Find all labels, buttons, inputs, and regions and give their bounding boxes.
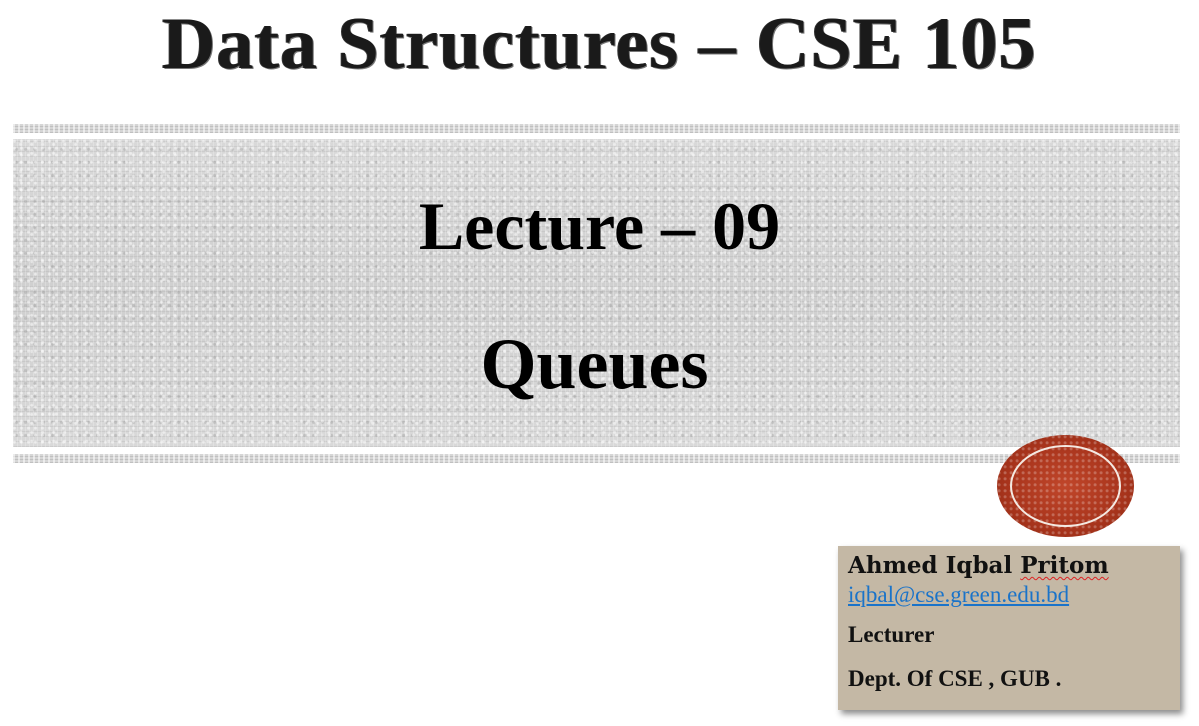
lecture-number: Lecture – 09 [418, 188, 781, 264]
lecture-topic: Queues [480, 324, 709, 404]
top-divider-bar [13, 124, 1180, 133]
author-department: Dept. Of CSE , GUB . [848, 666, 1062, 691]
author-name-first: Ahmed Iqbal [848, 552, 1013, 579]
author-name: Ahmed Iqbal Pritom [848, 550, 1180, 582]
course-title: Data Structures – CSE 105 [162, 3, 1037, 85]
author-email-link[interactable]: iqbal@cse.green.edu.bd [848, 582, 1069, 608]
author-role: Lecturer [848, 622, 935, 647]
author-name-last: Pritom [1020, 552, 1109, 579]
author-info-box: Ahmed Iqbal Pritom iqbal@cse.green.edu.b… [838, 546, 1180, 710]
circle-ring [1010, 445, 1121, 527]
decorative-circle-icon [997, 435, 1134, 537]
